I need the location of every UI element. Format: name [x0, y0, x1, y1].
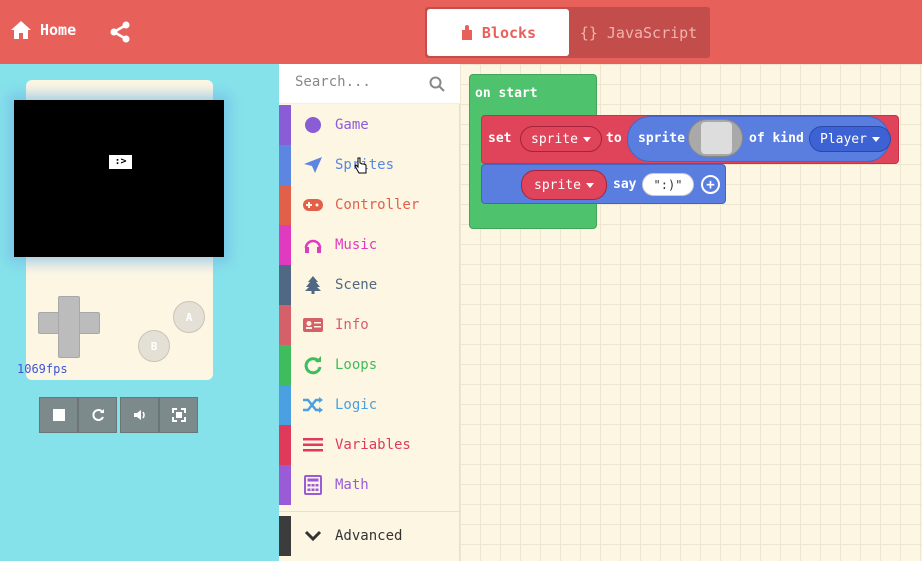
- calculator-icon: [293, 475, 333, 495]
- category-label: Variables: [335, 437, 411, 453]
- paper-plane-icon: [293, 155, 333, 175]
- category-label: Info: [335, 317, 369, 333]
- category-info[interactable]: Info: [279, 305, 460, 345]
- dropdown-caret-icon: [582, 136, 591, 142]
- gamepad-icon: [293, 198, 333, 212]
- blocks-tab[interactable]: Blocks: [427, 9, 569, 56]
- category-stripe: [279, 185, 291, 225]
- stop-icon: [52, 409, 65, 421]
- editor-toggle: Blocks {} JavaScript: [425, 7, 710, 58]
- javascript-tab[interactable]: {} JavaScript: [569, 9, 708, 56]
- category-game[interactable]: Game: [279, 105, 460, 145]
- category-loops[interactable]: Loops: [279, 345, 460, 385]
- puzzle-icon: [461, 24, 472, 40]
- search-icon[interactable]: [429, 76, 445, 92]
- category-label: Logic: [335, 397, 378, 413]
- tree-icon: [293, 275, 333, 295]
- home-label: Home: [40, 21, 77, 39]
- stop-button[interactable]: [39, 397, 78, 433]
- javascript-tab-label: {} JavaScript: [579, 23, 698, 42]
- category-stripe: [279, 465, 291, 505]
- category-variables[interactable]: Variables: [279, 425, 460, 465]
- category-label: Advanced: [335, 528, 403, 544]
- on-start-label: on start: [475, 86, 538, 101]
- set-variable-dropdown[interactable]: sprite: [520, 126, 602, 152]
- category-label: Math: [335, 477, 369, 493]
- refresh-icon: [92, 409, 104, 421]
- category-controller[interactable]: Controller: [279, 185, 460, 225]
- say-label: say: [613, 177, 637, 192]
- share-button[interactable]: [108, 20, 132, 48]
- category-stripe: [279, 425, 291, 465]
- category-stripe: [279, 225, 291, 265]
- dropdown-caret-icon: [585, 182, 594, 188]
- category-stripe: [279, 105, 291, 145]
- say-text-field[interactable]: ":)": [642, 173, 694, 196]
- category-stripe: [279, 265, 291, 305]
- category-math[interactable]: Math: [279, 465, 460, 505]
- fullscreen-icon: [171, 408, 186, 422]
- category-label: Controller: [335, 197, 420, 213]
- image-preview: [701, 122, 732, 154]
- category-label: Game: [335, 117, 369, 133]
- say-variable-dropdown[interactable]: sprite: [521, 170, 607, 200]
- list-icon: [293, 437, 333, 453]
- restart-button[interactable]: [78, 397, 117, 433]
- advanced-separator: [279, 511, 460, 512]
- sprite-label: sprite: [638, 131, 685, 146]
- category-stripe: [279, 385, 291, 425]
- search-box: [279, 64, 460, 104]
- category-label: Loops: [335, 357, 378, 373]
- home-icon: [11, 21, 31, 39]
- category-label: Music: [335, 237, 378, 253]
- player-sprite: :>: [109, 155, 132, 169]
- set-variable-value: sprite: [531, 131, 578, 147]
- of-kind-label: of kind: [749, 131, 804, 146]
- mute-button[interactable]: [120, 397, 159, 433]
- category-logic[interactable]: Logic: [279, 385, 460, 425]
- home-button[interactable]: Home: [10, 20, 76, 40]
- kind-dropdown[interactable]: Player: [809, 126, 891, 152]
- top-header: Home Blocks {} JavaScript: [0, 0, 922, 64]
- add-parameter-icon[interactable]: +: [701, 175, 720, 194]
- category-stripe: [279, 145, 291, 185]
- circle-icon: [293, 115, 333, 135]
- volume-icon: [133, 410, 145, 420]
- set-label: set: [488, 131, 512, 146]
- refresh-icon: [293, 355, 333, 375]
- toolbox: Game Sprites Controller Music Scene Info Loops…: [279, 64, 460, 561]
- category-advanced[interactable]: Advanced: [279, 516, 460, 556]
- b-button[interactable]: B: [138, 330, 170, 362]
- category-stripe: [279, 516, 291, 556]
- category-stripe: [279, 305, 291, 345]
- kind-value: Player: [820, 131, 867, 147]
- game-screen[interactable]: :>: [14, 100, 224, 257]
- id-card-icon: [293, 317, 333, 333]
- blocks-tab-label: Blocks: [481, 23, 537, 42]
- category-scene[interactable]: Scene: [279, 265, 460, 305]
- share-icon: [110, 21, 130, 43]
- hand-cursor-icon: [354, 157, 367, 174]
- a-button[interactable]: A: [173, 301, 205, 333]
- fps-counter: 1069fps: [17, 362, 68, 376]
- simulator-controls: [39, 397, 198, 433]
- dropdown-caret-icon: [871, 136, 880, 142]
- chevron-down-icon: [293, 530, 333, 542]
- category-music[interactable]: Music: [279, 225, 460, 265]
- category-label: Scene: [335, 277, 378, 293]
- say-variable-value: sprite: [534, 177, 581, 193]
- category-sprites[interactable]: Sprites: [279, 145, 460, 185]
- shuffle-icon: [293, 396, 333, 414]
- category-stripe: [279, 345, 291, 385]
- headphones-icon: [293, 235, 333, 255]
- fullscreen-button[interactable]: [159, 397, 198, 433]
- dpad-vertical[interactable]: [58, 296, 80, 358]
- search-input[interactable]: [295, 74, 425, 90]
- to-label: to: [606, 131, 622, 146]
